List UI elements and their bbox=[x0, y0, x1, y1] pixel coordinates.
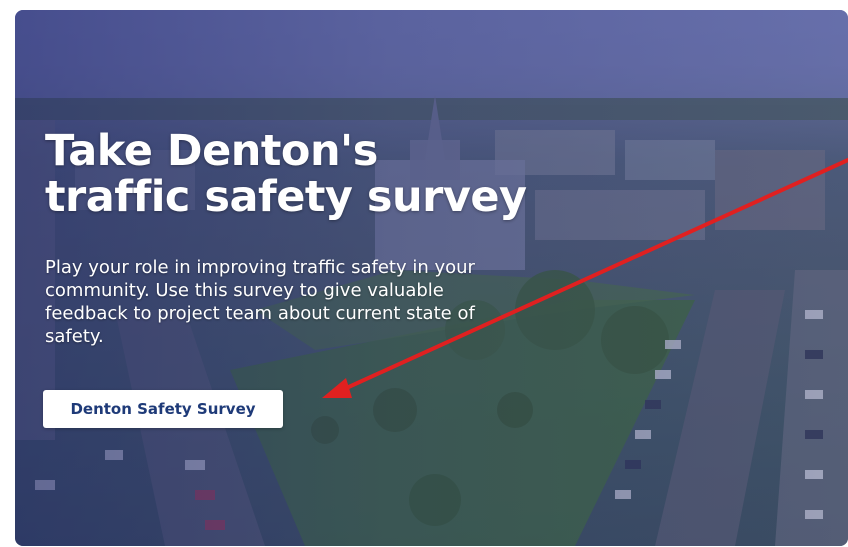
title-line-2: traffic safety survey bbox=[45, 172, 527, 222]
denton-safety-survey-button[interactable]: Denton Safety Survey bbox=[43, 390, 283, 428]
title-line-1: Take Denton's bbox=[45, 126, 378, 176]
page-title: Take Denton's traffic safety survey bbox=[45, 128, 565, 220]
hero-banner: Take Denton's traffic safety survey Play… bbox=[15, 10, 848, 546]
hero-description: Play your role in improving traffic safe… bbox=[45, 257, 475, 347]
